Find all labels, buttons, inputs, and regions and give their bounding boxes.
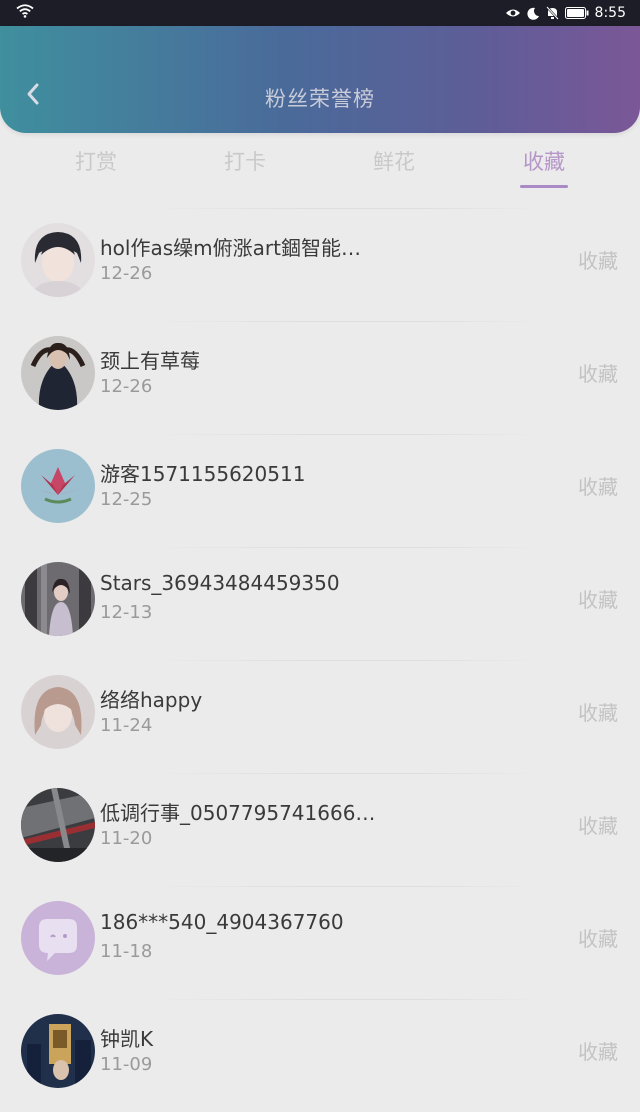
avatar [21,901,95,975]
list-item[interactable]: 颈上有草莓 12-26 收藏 [0,322,640,434]
tab-label: 收藏 [523,150,565,174]
favorite-label[interactable]: 收藏 [578,697,618,726]
fan-date: 12-26 [100,376,153,397]
list-item[interactable]: 游客1571155620511 12-25 收藏 [0,435,640,547]
moon-icon [526,7,540,20]
fan-name: 钟凯K [100,1027,154,1051]
fan-name: 186***540_4904367760 [100,910,344,934]
fan-name: Stars_36943484459350 [100,571,340,595]
avatar [21,788,95,862]
fan-date: 11-09 [100,1054,153,1075]
fan-name: 低调行事_0507795741666… [100,801,376,825]
tab-favorites[interactable]: 收藏 [494,146,594,188]
tab-bar: 打赏 打卡 鲜花 收藏 [0,134,640,192]
fan-date: 11-18 [100,941,153,962]
active-tab-indicator [520,185,568,188]
list-item[interactable]: 钟凯K 11-09 收藏 [0,1000,640,1112]
favorite-label[interactable]: 收藏 [578,245,618,274]
fan-name: 络络happy [100,688,203,712]
page-title: 粉丝荣誉榜 [265,87,375,111]
tab-label: 打卡 [224,150,266,174]
avatar [21,449,95,523]
fan-date: 12-13 [100,602,153,623]
tab-label: 打赏 [75,150,117,174]
bell-off-icon [545,6,559,20]
tab-flowers[interactable]: 鲜花 [344,146,444,176]
clock-time: 8:55 [594,5,626,21]
fan-name: hol作as缲m俯涨art錮智能… [100,236,361,260]
list-item[interactable]: Stars_36943484459350 12-13 收藏 [0,548,640,660]
fan-date: 12-25 [100,489,153,510]
list-item[interactable]: hol作as缲m俯涨art錮智能… 12-26 收藏 [0,209,640,321]
list-item[interactable]: 186***540_4904367760 11-18 收藏 [0,887,640,999]
avatar [21,223,95,297]
avatar [21,562,95,636]
fan-date: 11-24 [100,715,153,736]
fan-name: 游客1571155620511 [100,462,306,486]
favorite-label[interactable]: 收藏 [578,358,618,387]
favorite-label[interactable]: 收藏 [578,471,618,500]
status-bar: 8:55 [0,0,640,26]
avatar [21,1014,95,1088]
tab-label: 鲜花 [373,150,415,174]
page-header: 粉丝荣誉榜 [0,26,640,133]
fan-list: hol作as缲m俯涨art錮智能… 12-26 收藏 颈上有草莓 12-26 收… [0,208,640,1112]
avatar [21,675,95,749]
tab-checkin[interactable]: 打卡 [195,146,295,176]
fan-date: 12-26 [100,263,153,284]
avatar [21,336,95,410]
tab-reward[interactable]: 打赏 [46,146,146,176]
favorite-label[interactable]: 收藏 [578,1036,618,1065]
battery-icon [564,7,589,19]
wifi-icon [16,4,34,22]
favorite-label[interactable]: 收藏 [578,923,618,952]
favorite-label[interactable]: 收藏 [578,810,618,839]
fan-name: 颈上有草莓 [100,349,200,373]
fan-date: 11-20 [100,828,153,849]
favorite-label[interactable]: 收藏 [578,584,618,613]
list-item[interactable]: 低调行事_0507795741666… 11-20 收藏 [0,774,640,886]
list-item[interactable]: 络络happy 11-24 收藏 [0,661,640,773]
eye-icon [505,7,521,19]
